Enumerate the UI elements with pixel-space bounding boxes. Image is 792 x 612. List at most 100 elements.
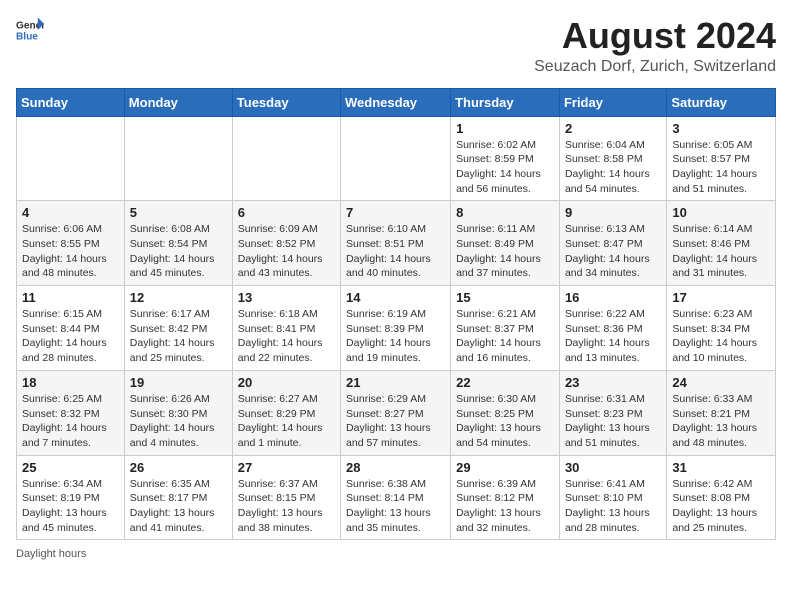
calendar-row-3: 11 Sunrise: 6:15 AMSunset: 8:44 PMDaylig… xyxy=(17,286,776,371)
location-subtitle: Seuzach Dorf, Zurich, Switzerland xyxy=(534,58,776,76)
calendar-cell: 15 Sunrise: 6:21 AMSunset: 8:37 PMDaylig… xyxy=(451,286,560,371)
col-sunday: Sunday xyxy=(17,88,125,116)
calendar-cell: 25 Sunrise: 6:34 AMSunset: 8:19 PMDaylig… xyxy=(17,455,125,540)
day-number: 15 xyxy=(456,290,554,305)
day-info: Sunrise: 6:33 AMSunset: 8:21 PMDaylight:… xyxy=(672,393,757,449)
calendar-cell: 30 Sunrise: 6:41 AMSunset: 8:10 PMDaylig… xyxy=(559,455,666,540)
calendar-cell: 3 Sunrise: 6:05 AMSunset: 8:57 PMDayligh… xyxy=(667,116,776,201)
day-info: Sunrise: 6:08 AMSunset: 8:54 PMDaylight:… xyxy=(130,223,215,279)
logo: General Blue xyxy=(16,16,44,44)
day-number: 12 xyxy=(130,290,227,305)
day-number: 16 xyxy=(565,290,661,305)
day-info: Sunrise: 6:09 AMSunset: 8:52 PMDaylight:… xyxy=(238,223,323,279)
day-info: Sunrise: 6:19 AMSunset: 8:39 PMDaylight:… xyxy=(346,308,431,364)
day-info: Sunrise: 6:31 AMSunset: 8:23 PMDaylight:… xyxy=(565,393,650,449)
calendar-cell: 17 Sunrise: 6:23 AMSunset: 8:34 PMDaylig… xyxy=(667,286,776,371)
day-info: Sunrise: 6:23 AMSunset: 8:34 PMDaylight:… xyxy=(672,308,757,364)
calendar-cell xyxy=(232,116,340,201)
calendar-cell: 28 Sunrise: 6:38 AMSunset: 8:14 PMDaylig… xyxy=(341,455,451,540)
col-friday: Friday xyxy=(559,88,666,116)
day-number: 21 xyxy=(346,375,445,390)
day-number: 29 xyxy=(456,460,554,475)
calendar-cell: 14 Sunrise: 6:19 AMSunset: 8:39 PMDaylig… xyxy=(341,286,451,371)
calendar-row-2: 4 Sunrise: 6:06 AMSunset: 8:55 PMDayligh… xyxy=(17,201,776,286)
day-number: 22 xyxy=(456,375,554,390)
generalblue-logo-icon: General Blue xyxy=(16,16,44,44)
day-number: 2 xyxy=(565,121,661,136)
day-info: Sunrise: 6:02 AMSunset: 8:59 PMDaylight:… xyxy=(456,139,541,195)
day-number: 31 xyxy=(672,460,770,475)
day-number: 20 xyxy=(238,375,335,390)
day-number: 8 xyxy=(456,205,554,220)
day-info: Sunrise: 6:39 AMSunset: 8:12 PMDaylight:… xyxy=(456,478,541,534)
day-info: Sunrise: 6:38 AMSunset: 8:14 PMDaylight:… xyxy=(346,478,431,534)
day-number: 18 xyxy=(22,375,119,390)
col-monday: Monday xyxy=(124,88,232,116)
col-wednesday: Wednesday xyxy=(341,88,451,116)
day-number: 1 xyxy=(456,121,554,136)
calendar-cell: 4 Sunrise: 6:06 AMSunset: 8:55 PMDayligh… xyxy=(17,201,125,286)
day-number: 23 xyxy=(565,375,661,390)
day-info: Sunrise: 6:05 AMSunset: 8:57 PMDaylight:… xyxy=(672,139,757,195)
calendar-cell xyxy=(17,116,125,201)
calendar-cell: 8 Sunrise: 6:11 AMSunset: 8:49 PMDayligh… xyxy=(451,201,560,286)
calendar-cell: 22 Sunrise: 6:30 AMSunset: 8:25 PMDaylig… xyxy=(451,370,560,455)
day-number: 10 xyxy=(672,205,770,220)
col-tuesday: Tuesday xyxy=(232,88,340,116)
calendar-cell: 13 Sunrise: 6:18 AMSunset: 8:41 PMDaylig… xyxy=(232,286,340,371)
day-number: 4 xyxy=(22,205,119,220)
day-number: 25 xyxy=(22,460,119,475)
day-number: 30 xyxy=(565,460,661,475)
calendar-cell: 24 Sunrise: 6:33 AMSunset: 8:21 PMDaylig… xyxy=(667,370,776,455)
title-area: August 2024 Seuzach Dorf, Zurich, Switze… xyxy=(534,16,776,76)
day-info: Sunrise: 6:29 AMSunset: 8:27 PMDaylight:… xyxy=(346,393,431,449)
day-number: 13 xyxy=(238,290,335,305)
calendar-table: Sunday Monday Tuesday Wednesday Thursday… xyxy=(16,88,776,541)
calendar-cell: 9 Sunrise: 6:13 AMSunset: 8:47 PMDayligh… xyxy=(559,201,666,286)
calendar-row-4: 18 Sunrise: 6:25 AMSunset: 8:32 PMDaylig… xyxy=(17,370,776,455)
calendar-cell: 18 Sunrise: 6:25 AMSunset: 8:32 PMDaylig… xyxy=(17,370,125,455)
calendar-cell: 2 Sunrise: 6:04 AMSunset: 8:58 PMDayligh… xyxy=(559,116,666,201)
day-info: Sunrise: 6:13 AMSunset: 8:47 PMDaylight:… xyxy=(565,223,650,279)
calendar-cell: 10 Sunrise: 6:14 AMSunset: 8:46 PMDaylig… xyxy=(667,201,776,286)
day-info: Sunrise: 6:17 AMSunset: 8:42 PMDaylight:… xyxy=(130,308,215,364)
header-row: Sunday Monday Tuesday Wednesday Thursday… xyxy=(17,88,776,116)
day-info: Sunrise: 6:34 AMSunset: 8:19 PMDaylight:… xyxy=(22,478,107,534)
calendar-cell: 23 Sunrise: 6:31 AMSunset: 8:23 PMDaylig… xyxy=(559,370,666,455)
day-number: 28 xyxy=(346,460,445,475)
day-info: Sunrise: 6:04 AMSunset: 8:58 PMDaylight:… xyxy=(565,139,650,195)
day-info: Sunrise: 6:37 AMSunset: 8:15 PMDaylight:… xyxy=(238,478,323,534)
col-thursday: Thursday xyxy=(451,88,560,116)
day-info: Sunrise: 6:41 AMSunset: 8:10 PMDaylight:… xyxy=(565,478,650,534)
footer-note: Daylight hours xyxy=(16,548,776,560)
day-info: Sunrise: 6:26 AMSunset: 8:30 PMDaylight:… xyxy=(130,393,215,449)
calendar-cell: 12 Sunrise: 6:17 AMSunset: 8:42 PMDaylig… xyxy=(124,286,232,371)
calendar-cell: 5 Sunrise: 6:08 AMSunset: 8:54 PMDayligh… xyxy=(124,201,232,286)
day-number: 14 xyxy=(346,290,445,305)
day-info: Sunrise: 6:27 AMSunset: 8:29 PMDaylight:… xyxy=(238,393,323,449)
day-info: Sunrise: 6:11 AMSunset: 8:49 PMDaylight:… xyxy=(456,223,541,279)
day-number: 24 xyxy=(672,375,770,390)
calendar-row-1: 1 Sunrise: 6:02 AMSunset: 8:59 PMDayligh… xyxy=(17,116,776,201)
header: General Blue August 2024 Seuzach Dorf, Z… xyxy=(16,16,776,76)
day-number: 11 xyxy=(22,290,119,305)
day-info: Sunrise: 6:06 AMSunset: 8:55 PMDaylight:… xyxy=(22,223,107,279)
calendar-cell: 16 Sunrise: 6:22 AMSunset: 8:36 PMDaylig… xyxy=(559,286,666,371)
day-number: 9 xyxy=(565,205,661,220)
day-number: 26 xyxy=(130,460,227,475)
day-number: 17 xyxy=(672,290,770,305)
day-number: 5 xyxy=(130,205,227,220)
svg-text:Blue: Blue xyxy=(16,31,38,42)
calendar-header: Sunday Monday Tuesday Wednesday Thursday… xyxy=(17,88,776,116)
calendar-cell: 6 Sunrise: 6:09 AMSunset: 8:52 PMDayligh… xyxy=(232,201,340,286)
day-info: Sunrise: 6:15 AMSunset: 8:44 PMDaylight:… xyxy=(22,308,107,364)
day-info: Sunrise: 6:10 AMSunset: 8:51 PMDaylight:… xyxy=(346,223,431,279)
calendar-cell: 26 Sunrise: 6:35 AMSunset: 8:17 PMDaylig… xyxy=(124,455,232,540)
day-number: 6 xyxy=(238,205,335,220)
calendar-row-5: 25 Sunrise: 6:34 AMSunset: 8:19 PMDaylig… xyxy=(17,455,776,540)
day-number: 27 xyxy=(238,460,335,475)
calendar-cell xyxy=(341,116,451,201)
day-number: 7 xyxy=(346,205,445,220)
calendar-cell: 20 Sunrise: 6:27 AMSunset: 8:29 PMDaylig… xyxy=(232,370,340,455)
calendar-cell: 31 Sunrise: 6:42 AMSunset: 8:08 PMDaylig… xyxy=(667,455,776,540)
